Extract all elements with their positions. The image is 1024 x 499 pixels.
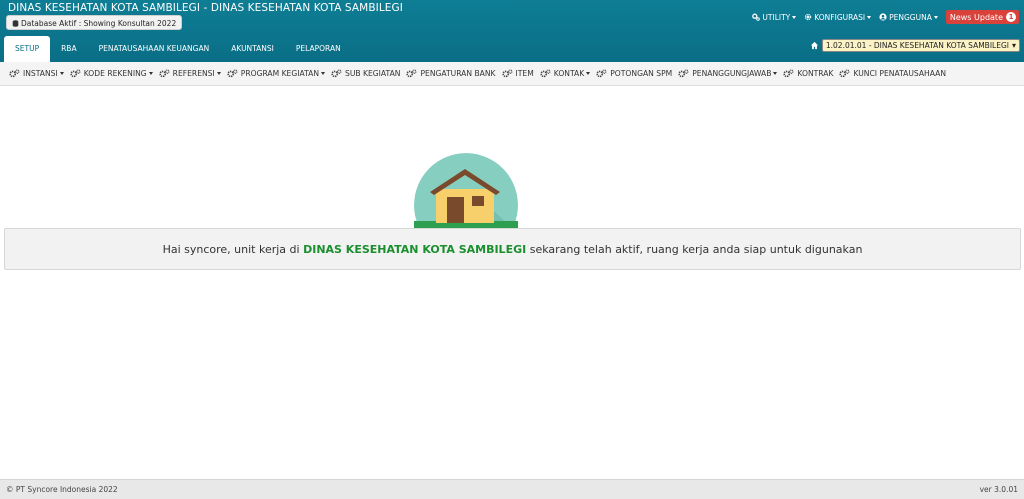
menu-item-kontrak[interactable]: KONTRAK xyxy=(783,69,833,78)
menu-item-label: REFERENSI xyxy=(172,69,215,78)
cogs-icon xyxy=(540,69,551,78)
chevron-down-icon xyxy=(59,72,64,75)
welcome-unit-name: DINAS KESEHATAN KOTA SAMBILEGI xyxy=(303,242,527,256)
konfigurasi-label: KONFIGURASI xyxy=(814,12,866,22)
cogs-icon xyxy=(159,69,170,78)
menu-item-label: PENGATURAN BANK xyxy=(420,69,496,78)
cogs-icon xyxy=(678,69,689,78)
home-icon[interactable] xyxy=(810,41,819,50)
chevron-down-icon xyxy=(216,72,221,75)
tab-akuntansi[interactable]: AKUNTANSI xyxy=(220,36,285,62)
cogs-icon xyxy=(406,69,417,78)
menu-item-kode-rekening[interactable]: KODE REKENING xyxy=(70,69,153,78)
menu-item-label: INSTANSI xyxy=(23,69,58,78)
menu-item-penanggungjawab[interactable]: PENANGGUNGJAWAB xyxy=(678,69,778,78)
cogs-icon xyxy=(331,69,342,78)
active-database-badge: Database Aktif : Showing Konsultan 2022 xyxy=(6,15,183,30)
menu-item-instansi[interactable]: INSTANSI xyxy=(9,69,64,78)
cogs-icon xyxy=(227,69,238,78)
welcome-prefix: Hai syncore, unit kerja di xyxy=(162,242,300,256)
menu-item-label: POTONGAN SPM xyxy=(610,69,673,78)
cogs-icon xyxy=(9,69,20,78)
copyright: © PT Syncore Indonesia 2022 xyxy=(6,485,118,494)
database-icon xyxy=(12,20,19,27)
welcome-suffix: sekarang telah aktif, ruang kerja anda s… xyxy=(529,242,863,256)
menu-item-kontak[interactable]: KONTAK xyxy=(540,69,591,78)
top-nav: UTILITY KONFIGURASI PENGGUNA News Update… xyxy=(744,10,1019,24)
menu-item-kunci-penatausahaan[interactable]: KUNCI PENATAUSAHAAN xyxy=(839,69,946,78)
setup-menubar: INSTANSI KODE REKENING REFERENSI PROGRAM KE… xyxy=(0,62,1024,86)
main-tabs: SETUP RBA PENATAUSAHAAN KEUANGAN AKUNTAN… xyxy=(4,35,352,62)
menu-item-label: KODE REKENING xyxy=(83,69,147,78)
home-illustration xyxy=(414,153,518,233)
footer: © PT Syncore Indonesia 2022 ver 3.0.01 xyxy=(0,479,1024,499)
app-title: DINAS KESEHATAN KOTA SAMBILEGI - DINAS K… xyxy=(8,2,403,14)
cogs-icon xyxy=(839,69,850,78)
cogs-icon xyxy=(783,69,794,78)
news-update-button[interactable]: News Update 1 xyxy=(945,10,1019,24)
chevron-down-icon xyxy=(933,15,938,19)
cogs-icon xyxy=(752,13,761,21)
welcome-message: Hai syncore, unit kerja di DINAS KESEHAT… xyxy=(4,228,1021,270)
tab-penatausahaan-keuangan[interactable]: PENATAUSAHAAN KEUANGAN xyxy=(88,36,221,62)
menu-item-program-kegiatan[interactable]: PROGRAM KEGIATAN xyxy=(227,69,326,78)
menu-item-item[interactable]: ITEM xyxy=(501,69,534,78)
chevron-down-icon xyxy=(586,72,591,75)
gear-icon xyxy=(805,13,812,21)
menu-item-referensi[interactable]: REFERENSI xyxy=(159,69,221,78)
news-update-label: News Update xyxy=(949,12,1003,22)
menu-item-label: PROGRAM KEGIATAN xyxy=(240,69,320,78)
cogs-icon xyxy=(596,69,607,78)
menu-item-label: SUB KEGIATAN xyxy=(345,69,401,78)
unit-selector: 1.02.01.01 - DINAS KESEHATAN KOTA SAMBIL… xyxy=(810,39,1020,52)
menu-item-label: PENANGGUNGJAWAB xyxy=(692,69,772,78)
utility-label: UTILITY xyxy=(762,12,791,22)
chevron-down-icon xyxy=(867,15,872,19)
menu-item-sub-kegiatan[interactable]: SUB KEGIATAN xyxy=(331,69,400,78)
pengguna-label: PENGGUNA xyxy=(889,12,932,22)
menu-item-label: KONTRAK xyxy=(797,69,834,78)
unit-select-value: 1.02.01.01 - DINAS KESEHATAN KOTA SAMBIL… xyxy=(825,41,1009,50)
chevron-down-icon: ▾ xyxy=(1011,41,1016,50)
menu-item-potongan-spm[interactable]: POTONGAN SPM xyxy=(596,69,672,78)
menu-item-pengaturan-bank[interactable]: PENGATURAN BANK xyxy=(406,69,496,78)
cogs-icon xyxy=(70,69,81,78)
tab-pelaporan[interactable]: PELAPORAN xyxy=(285,36,352,62)
menu-item-label: ITEM xyxy=(515,69,534,78)
chevron-down-icon xyxy=(792,15,797,19)
pengguna-menu[interactable]: PENGGUNA xyxy=(879,13,938,22)
unit-select-dropdown[interactable]: 1.02.01.01 - DINAS KESEHATAN KOTA SAMBIL… xyxy=(821,39,1020,52)
user-circle-icon xyxy=(879,13,887,21)
cogs-icon xyxy=(501,69,512,78)
house-icon xyxy=(414,153,518,233)
utility-menu[interactable]: UTILITY xyxy=(752,12,797,22)
chevron-down-icon xyxy=(321,72,326,75)
app-version: ver 3.0.01 xyxy=(979,485,1018,494)
chevron-down-icon xyxy=(148,72,153,75)
news-count-badge: 1 xyxy=(1006,12,1016,22)
menu-item-label: KONTAK xyxy=(553,69,585,78)
active-database-label: Database Aktif : Showing Konsultan 2022 xyxy=(21,19,177,28)
konfigurasi-menu[interactable]: KONFIGURASI xyxy=(804,12,872,22)
chevron-down-icon xyxy=(773,72,778,75)
tab-setup[interactable]: SETUP xyxy=(4,36,51,62)
app-header: DINAS KESEHATAN KOTA SAMBILEGI - DINAS K… xyxy=(0,0,1024,62)
menu-item-label: KUNCI PENATAUSAHAAN xyxy=(853,69,947,78)
tab-rba[interactable]: RBA xyxy=(50,36,88,62)
